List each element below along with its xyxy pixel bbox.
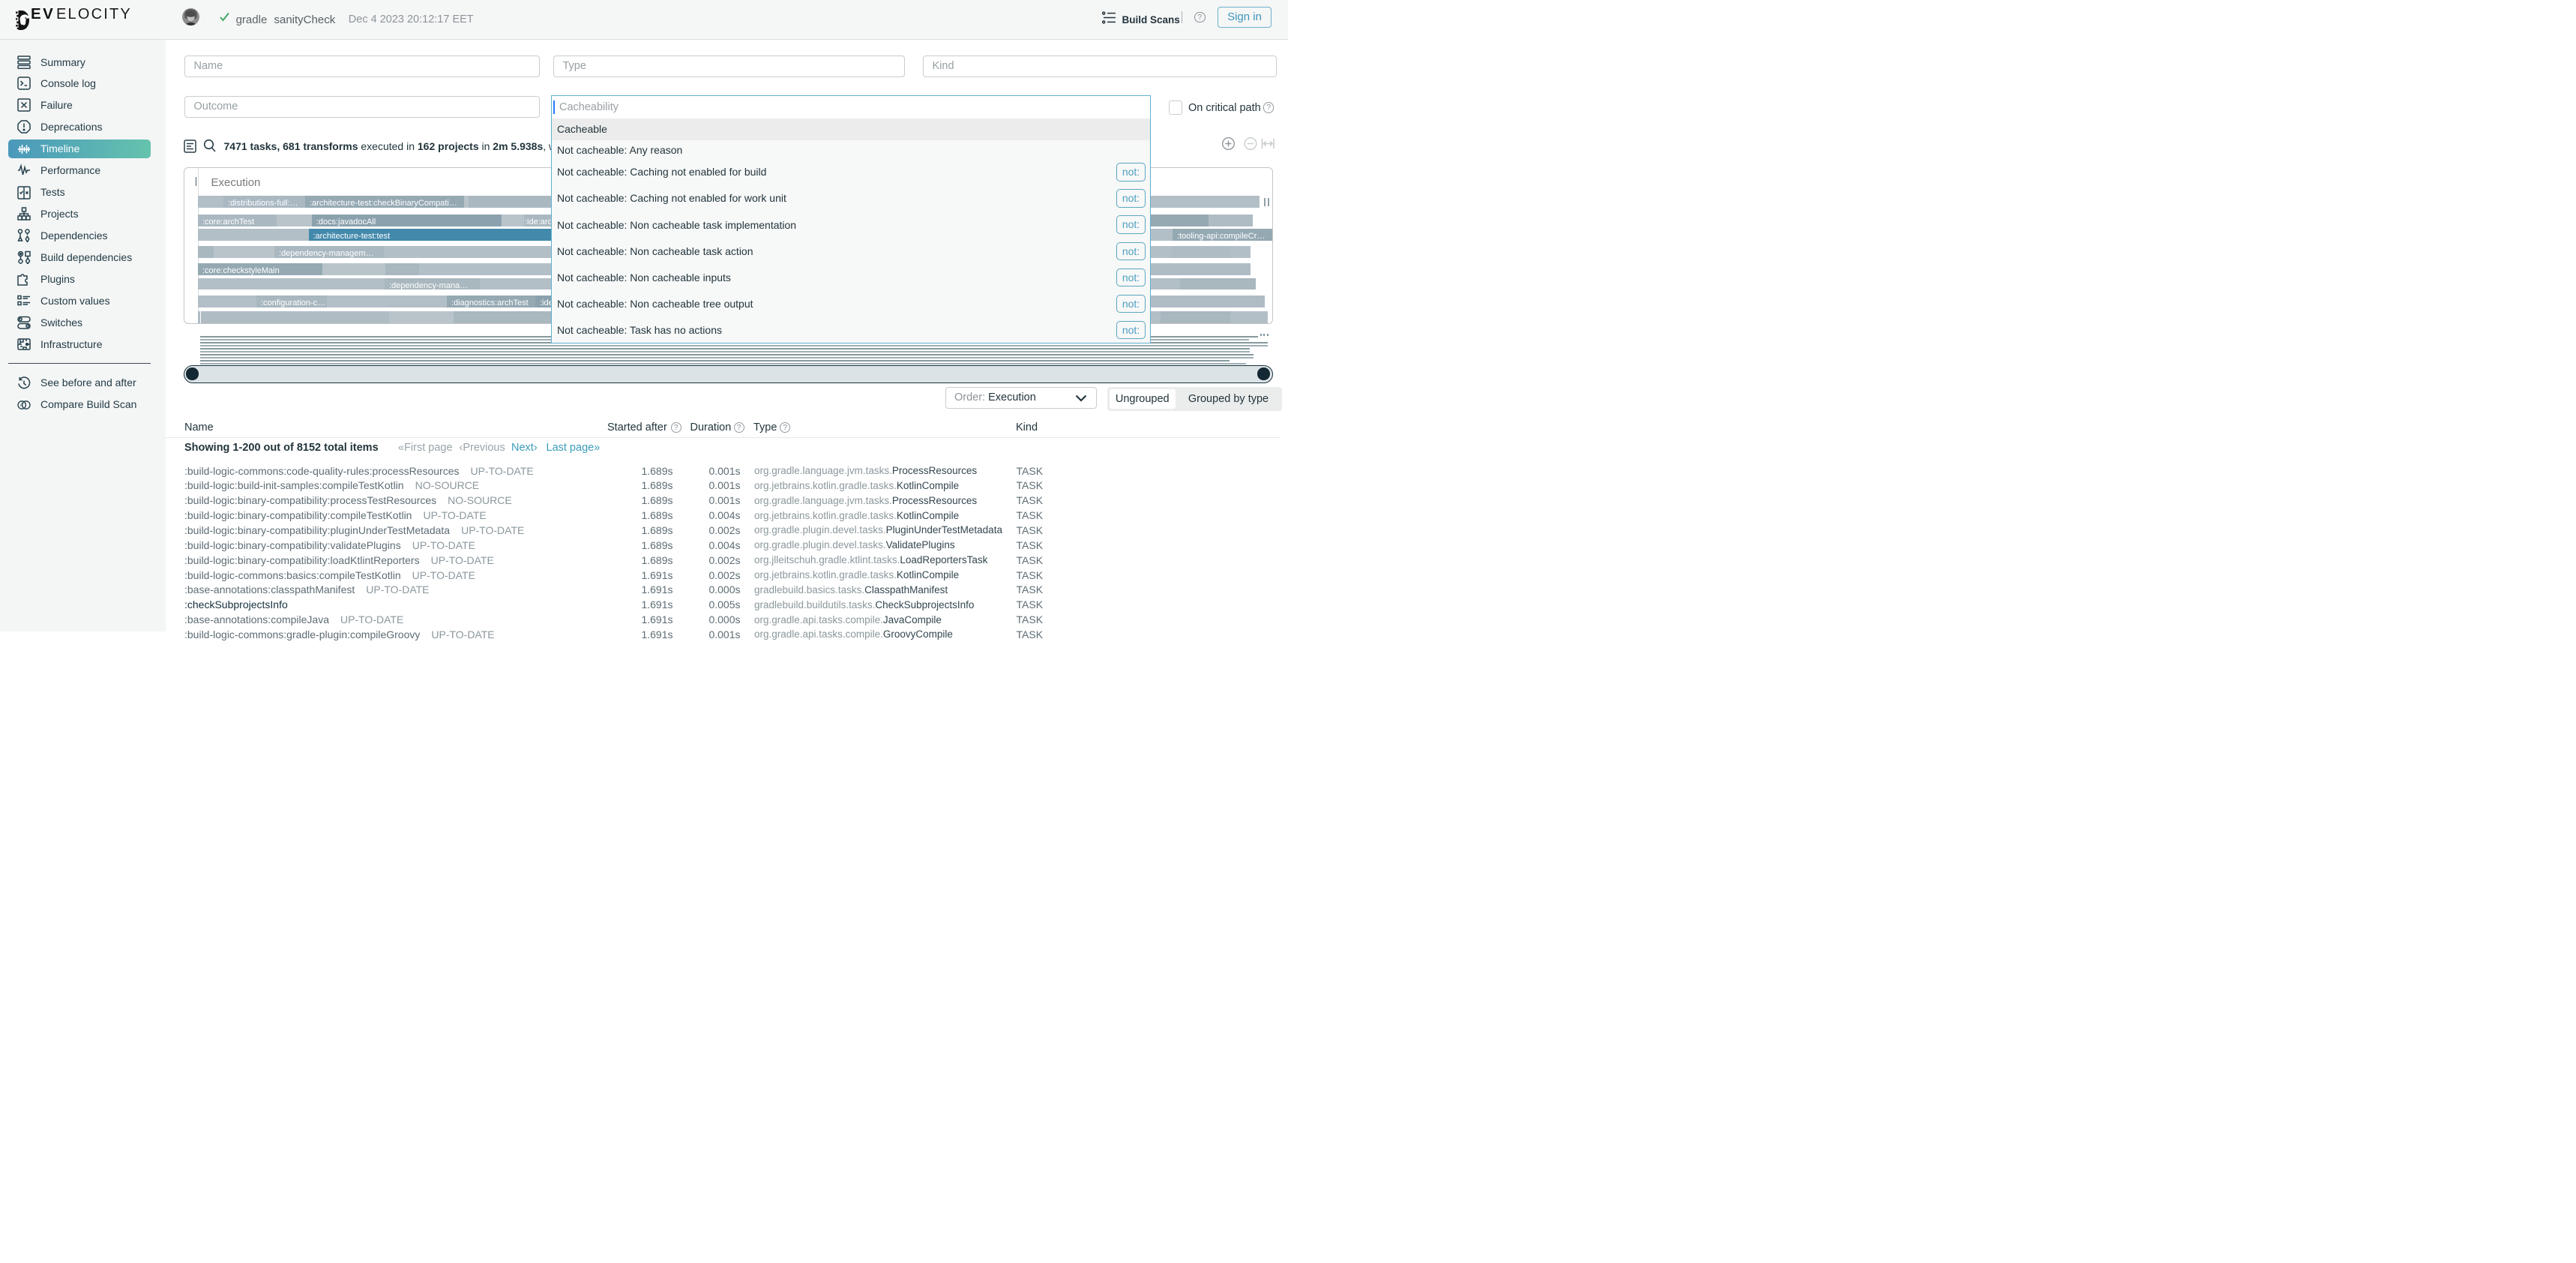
svg-text:A: A: [20, 404, 23, 408]
